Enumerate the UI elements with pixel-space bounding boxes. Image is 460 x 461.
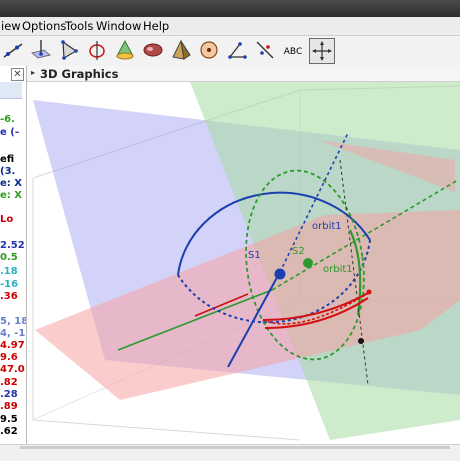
text-tool[interactable]: ABC bbox=[281, 38, 307, 64]
label-orbit1-green: orbit1 bbox=[323, 264, 353, 275]
label-s1: S1 bbox=[248, 250, 261, 261]
algebra-item[interactable]: Lo bbox=[0, 214, 13, 225]
algebra-item[interactable]: .18 bbox=[0, 266, 18, 277]
cone-icon bbox=[116, 39, 134, 60]
line-tool[interactable] bbox=[1, 38, 27, 64]
toolbar: ABC bbox=[0, 36, 460, 67]
circle-axis-icon bbox=[89, 41, 105, 60]
view-collapse-icon[interactable]: ▸ bbox=[31, 68, 35, 77]
algebra-view: -6. e (- efi (3. e: Xe: X Lo 2.52 0.5.18 -16.36 5… bbox=[0, 66, 27, 444]
move-view-icon bbox=[312, 41, 332, 61]
angle-icon bbox=[228, 42, 247, 59]
text-tool-label: ABC bbox=[284, 47, 302, 57]
algebra-item[interactable]: (3. bbox=[0, 166, 15, 177]
algebra-item[interactable]: 2.52 bbox=[0, 240, 25, 251]
circle-tool[interactable] bbox=[85, 38, 111, 64]
algebra-item[interactable]: .36 bbox=[0, 291, 18, 302]
algebra-item[interactable]: 0.5 bbox=[0, 252, 18, 263]
algebra-item[interactable]: 9.5 bbox=[0, 414, 18, 425]
perpendicular-tool[interactable] bbox=[29, 38, 55, 64]
algebra-item[interactable]: .28 bbox=[0, 389, 18, 400]
scene-3d[interactable]: S1 S2 orbit1 orbit1 bbox=[27, 82, 460, 444]
algebra-item[interactable]: 4.97 bbox=[0, 340, 25, 351]
algebra-item[interactable]: e: X bbox=[0, 178, 22, 189]
close-view-button[interactable]: ✕ bbox=[11, 68, 24, 81]
algebra-item[interactable]: e: X bbox=[0, 190, 22, 201]
point-s2[interactable] bbox=[303, 258, 313, 268]
point-black[interactable] bbox=[358, 338, 364, 344]
sphere-tool[interactable] bbox=[141, 38, 167, 64]
pyramid-icon bbox=[172, 39, 191, 60]
algebra-item[interactable]: 9.6 bbox=[0, 352, 18, 363]
reflect-tool[interactable] bbox=[253, 38, 279, 64]
point-red[interactable] bbox=[366, 289, 372, 295]
cone-tool[interactable] bbox=[113, 38, 139, 64]
label-s2: S2 bbox=[292, 246, 305, 257]
horizontal-scrollbar[interactable] bbox=[20, 446, 450, 449]
angle-tool[interactable] bbox=[225, 38, 251, 64]
pyramid-tool[interactable] bbox=[169, 38, 195, 64]
perpendicular-plane-icon bbox=[31, 40, 51, 59]
point-s1[interactable] bbox=[274, 268, 286, 280]
menu-view[interactable]: iew bbox=[1, 19, 21, 33]
algebra-header bbox=[0, 82, 22, 99]
algebra-item[interactable]: .82 bbox=[0, 377, 18, 388]
triangle-icon bbox=[61, 40, 78, 60]
view-title: 3D Graphics bbox=[40, 67, 119, 81]
label-orbit1-blue: orbit1 bbox=[312, 221, 342, 232]
algebra-item[interactable]: e (- bbox=[0, 127, 19, 138]
move-graphics-tool[interactable] bbox=[309, 38, 335, 64]
menu-help[interactable]: Help bbox=[143, 19, 169, 33]
graphics-3d-view[interactable]: S1 S2 orbit1 orbit1 bbox=[27, 82, 460, 444]
menu-options[interactable]: Options bbox=[22, 19, 66, 33]
menu-bar: iew Options Tools Window Help bbox=[0, 17, 460, 36]
menu-tools[interactable]: Tools bbox=[65, 19, 93, 33]
circle-point-icon bbox=[200, 41, 218, 59]
polygon-tool[interactable] bbox=[57, 38, 83, 64]
sphere-icon bbox=[143, 43, 163, 57]
algebra-item[interactable]: -6. bbox=[0, 114, 15, 125]
algebra-item[interactable]: .62 bbox=[0, 426, 18, 437]
text-icon: ABC bbox=[284, 47, 302, 57]
reflect-line-icon bbox=[256, 41, 274, 59]
algebra-item[interactable]: efi bbox=[0, 154, 14, 165]
algebra-item[interactable]: -16 bbox=[0, 279, 18, 290]
line-icon bbox=[3, 43, 23, 58]
algebra-item[interactable]: .89 bbox=[0, 401, 18, 412]
algebra-item[interactable]: 47.0 bbox=[0, 364, 25, 375]
algebra-item[interactable]: 4, -1 bbox=[0, 328, 25, 339]
menu-window[interactable]: Window bbox=[96, 19, 141, 33]
window-titlebar bbox=[0, 0, 460, 17]
algebra-item[interactable]: 5, 18 bbox=[0, 316, 26, 327]
net-tool[interactable] bbox=[197, 38, 223, 64]
